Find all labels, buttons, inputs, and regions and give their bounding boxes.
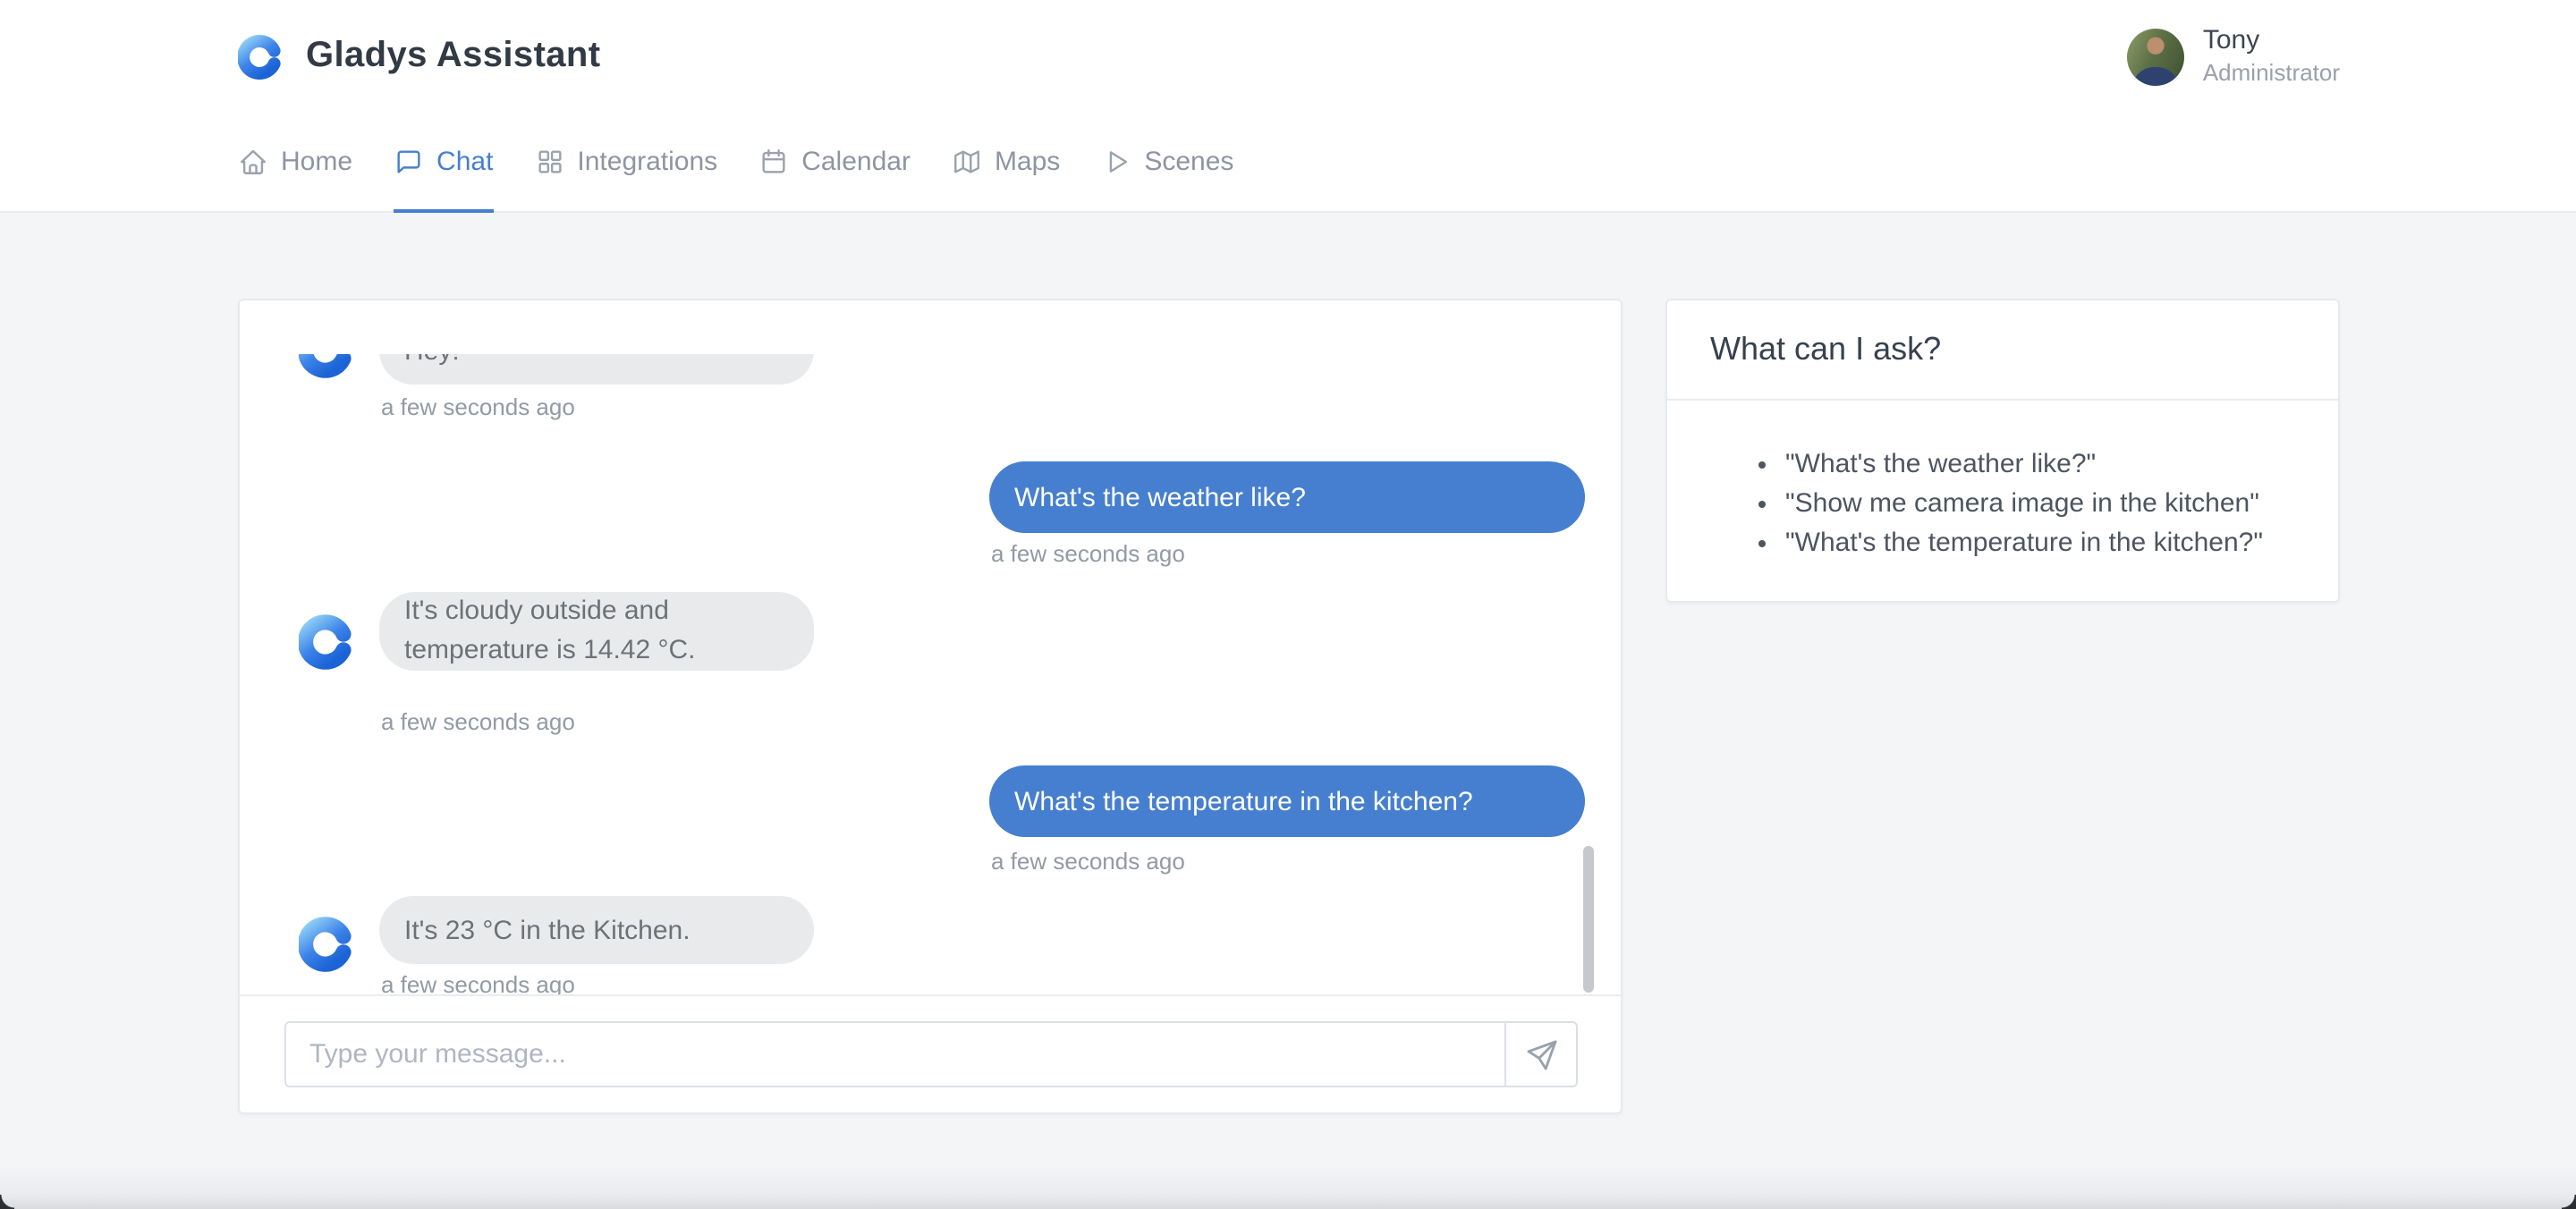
suggestion-list: "What's the weather like?""Show me camer… bbox=[1710, 445, 2295, 563]
calendar-icon bbox=[758, 147, 789, 177]
nav-item-label: Calendar bbox=[801, 147, 911, 177]
assistant-avatar-gladys-logo-icon bbox=[299, 916, 356, 973]
bottom-shadow bbox=[0, 1166, 2576, 1209]
map-icon bbox=[952, 147, 982, 177]
message-composer bbox=[284, 1021, 1578, 1087]
nav-item-label: Home bbox=[281, 147, 353, 177]
help-card-body: "What's the weather like?""Show me camer… bbox=[1667, 401, 2338, 563]
nav-item-integrations[interactable]: Integrations bbox=[534, 113, 717, 211]
nav-item-label: Chat bbox=[436, 147, 494, 177]
home-icon bbox=[238, 147, 268, 177]
user-profile[interactable]: Tony Administrator bbox=[2127, 0, 2340, 113]
main-nav: Home Chat Integrations Calendar Maps Scenes bbox=[0, 113, 2576, 213]
message-bubble: It's 23 °C in the Kitchen. bbox=[379, 896, 814, 964]
messages-list: Hey!a few seconds agoWhat's the weather … bbox=[240, 354, 1621, 996]
nav-item-maps[interactable]: Maps bbox=[952, 113, 1060, 211]
scenes-icon bbox=[1101, 147, 1131, 177]
user-avatar bbox=[2127, 28, 2185, 85]
chat-icon bbox=[394, 147, 424, 177]
bottom-left-corner bbox=[0, 1195, 14, 1209]
chat-card: Hey!a few seconds agoWhat's the weather … bbox=[238, 299, 1623, 1114]
nav-item-label: Scenes bbox=[1144, 147, 1234, 177]
message-input[interactable] bbox=[286, 1023, 1504, 1086]
nav-item-chat[interactable]: Chat bbox=[394, 113, 494, 213]
apps-icon bbox=[534, 147, 564, 177]
nav-item-label: Integrations bbox=[577, 147, 718, 177]
suggestion-item: "What's the temperature in the kitchen?" bbox=[1785, 524, 2295, 563]
user-role: Administrator bbox=[2202, 58, 2340, 86]
message-time: a few seconds ago bbox=[381, 971, 575, 996]
nav-item-home[interactable]: Home bbox=[238, 113, 352, 211]
help-card-header: What can I ask? bbox=[1667, 300, 2338, 401]
user-name: Tony bbox=[2202, 25, 2260, 55]
nav-item-label: Maps bbox=[994, 147, 1061, 177]
help-card-title: What can I ask? bbox=[1710, 331, 1942, 367]
nav-item-calendar[interactable]: Calendar bbox=[758, 113, 911, 211]
send-button[interactable] bbox=[1504, 1023, 1576, 1086]
app-title: Gladys Assistant bbox=[306, 36, 601, 75]
message-assistant: It's 23 °C in the Kitchen. a few seconds … bbox=[240, 354, 1621, 994]
nav-item-scenes[interactable]: Scenes bbox=[1101, 113, 1233, 211]
user-profile-text: Tony Administrator bbox=[2203, 25, 2340, 88]
send-icon bbox=[1523, 1036, 1559, 1072]
suggestion-item: "What's the weather like?" bbox=[1785, 445, 2295, 485]
app-window: Gladys Assistant Tony Administrator Home… bbox=[0, 0, 2576, 1209]
help-card: What can I ask? "What's the weather like… bbox=[1665, 299, 2340, 603]
bottom-right-corner bbox=[2562, 1195, 2576, 1209]
gladys-logo-icon bbox=[238, 33, 284, 80]
app-header: Gladys Assistant Tony Administrator bbox=[0, 0, 2576, 114]
suggestion-item: "Show me camera image in the kitchen" bbox=[1785, 485, 2295, 524]
brand-link[interactable]: Gladys Assistant bbox=[238, 0, 601, 113]
